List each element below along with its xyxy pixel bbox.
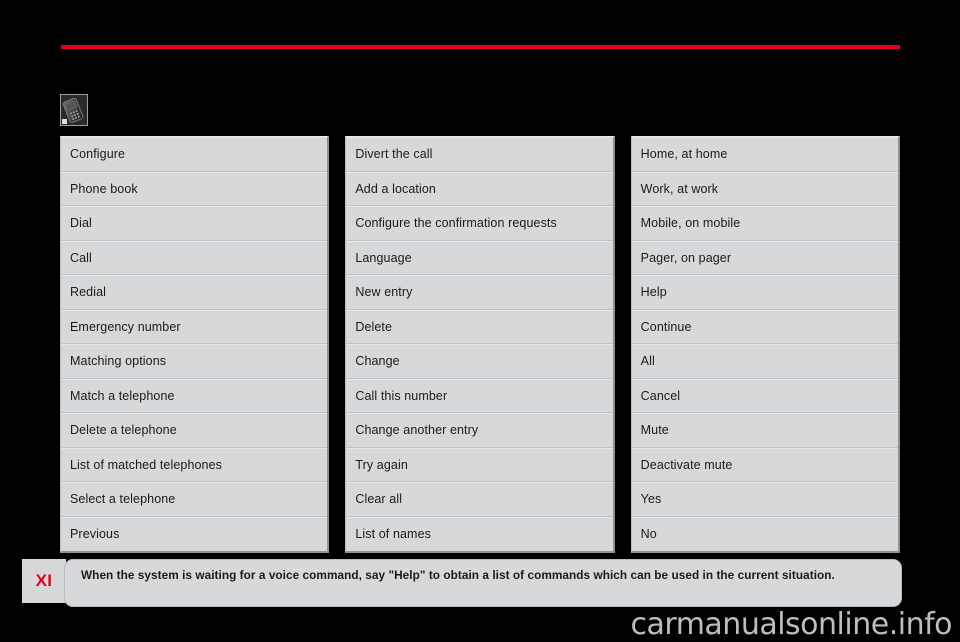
command-row[interactable]: Help [631,275,898,310]
command-row[interactable]: Call [61,241,328,275]
note-box: When the system is waiting for a voice c… [64,559,902,607]
command-row[interactable]: Matching options [61,344,328,379]
command-row[interactable]: Delete a telephone [61,413,328,448]
command-row[interactable]: All [631,344,898,379]
command-row[interactable]: Mute [631,413,898,448]
command-row[interactable]: Divert the call [346,137,613,172]
command-table-column-2: Divert the call Add a location Configure… [345,136,615,553]
command-row[interactable]: Phone book [61,172,328,206]
command-row[interactable]: List of matched telephones [61,448,328,482]
command-row[interactable]: Call this number [346,379,613,413]
watermark: carmanualsonline.info [630,607,953,642]
command-row[interactable]: Pager, on pager [631,241,898,275]
command-row[interactable]: Redial [61,275,328,310]
command-row[interactable]: Clear all [346,482,613,517]
command-row[interactable]: Language [346,241,613,275]
command-row[interactable]: Delete [346,310,613,344]
command-row[interactable]: Continue [631,310,898,344]
command-row[interactable]: Mobile, on mobile [631,206,898,241]
command-table-column-3: Home, at home Work, at work Mobile, on m… [630,136,900,553]
command-row[interactable]: Change [346,344,613,379]
command-row[interactable]: Select a telephone [61,482,328,517]
command-table-column-1: Configure Phone book Dial Call Redial Em… [60,136,330,553]
command-row[interactable]: Cancel [631,379,898,413]
chapter-marker: XI [22,559,66,603]
note-text: When the system is waiting for a voice c… [81,568,835,582]
command-row[interactable]: Work, at work [631,172,898,206]
command-row[interactable]: Configure [61,137,328,172]
command-row[interactable]: Deactivate mute [631,448,898,482]
telephone-icon [60,94,88,126]
command-row[interactable]: Change another entry [346,413,613,448]
command-row[interactable]: Match a telephone [61,379,328,413]
command-row[interactable]: Yes [631,482,898,517]
command-row[interactable]: List of names [346,517,612,552]
manual-page: Configure Phone book Dial Call Redial Em… [0,0,960,642]
command-row[interactable]: Add a location [346,172,613,206]
command-row[interactable]: New entry [346,275,613,310]
command-row[interactable]: Configure the confirmation requests [346,206,613,241]
command-row[interactable]: Dial [61,206,328,241]
voice-command-tables: Configure Phone book Dial Call Redial Em… [60,136,900,553]
command-row[interactable]: No [632,517,898,552]
header-red-rule [61,45,900,49]
command-row[interactable]: Emergency number [61,310,328,344]
command-row[interactable]: Previous [61,517,327,552]
command-row[interactable]: Home, at home [631,137,898,172]
command-row[interactable]: Try again [346,448,613,482]
footer-note: XI When the system is waiting for a voic… [22,559,902,607]
